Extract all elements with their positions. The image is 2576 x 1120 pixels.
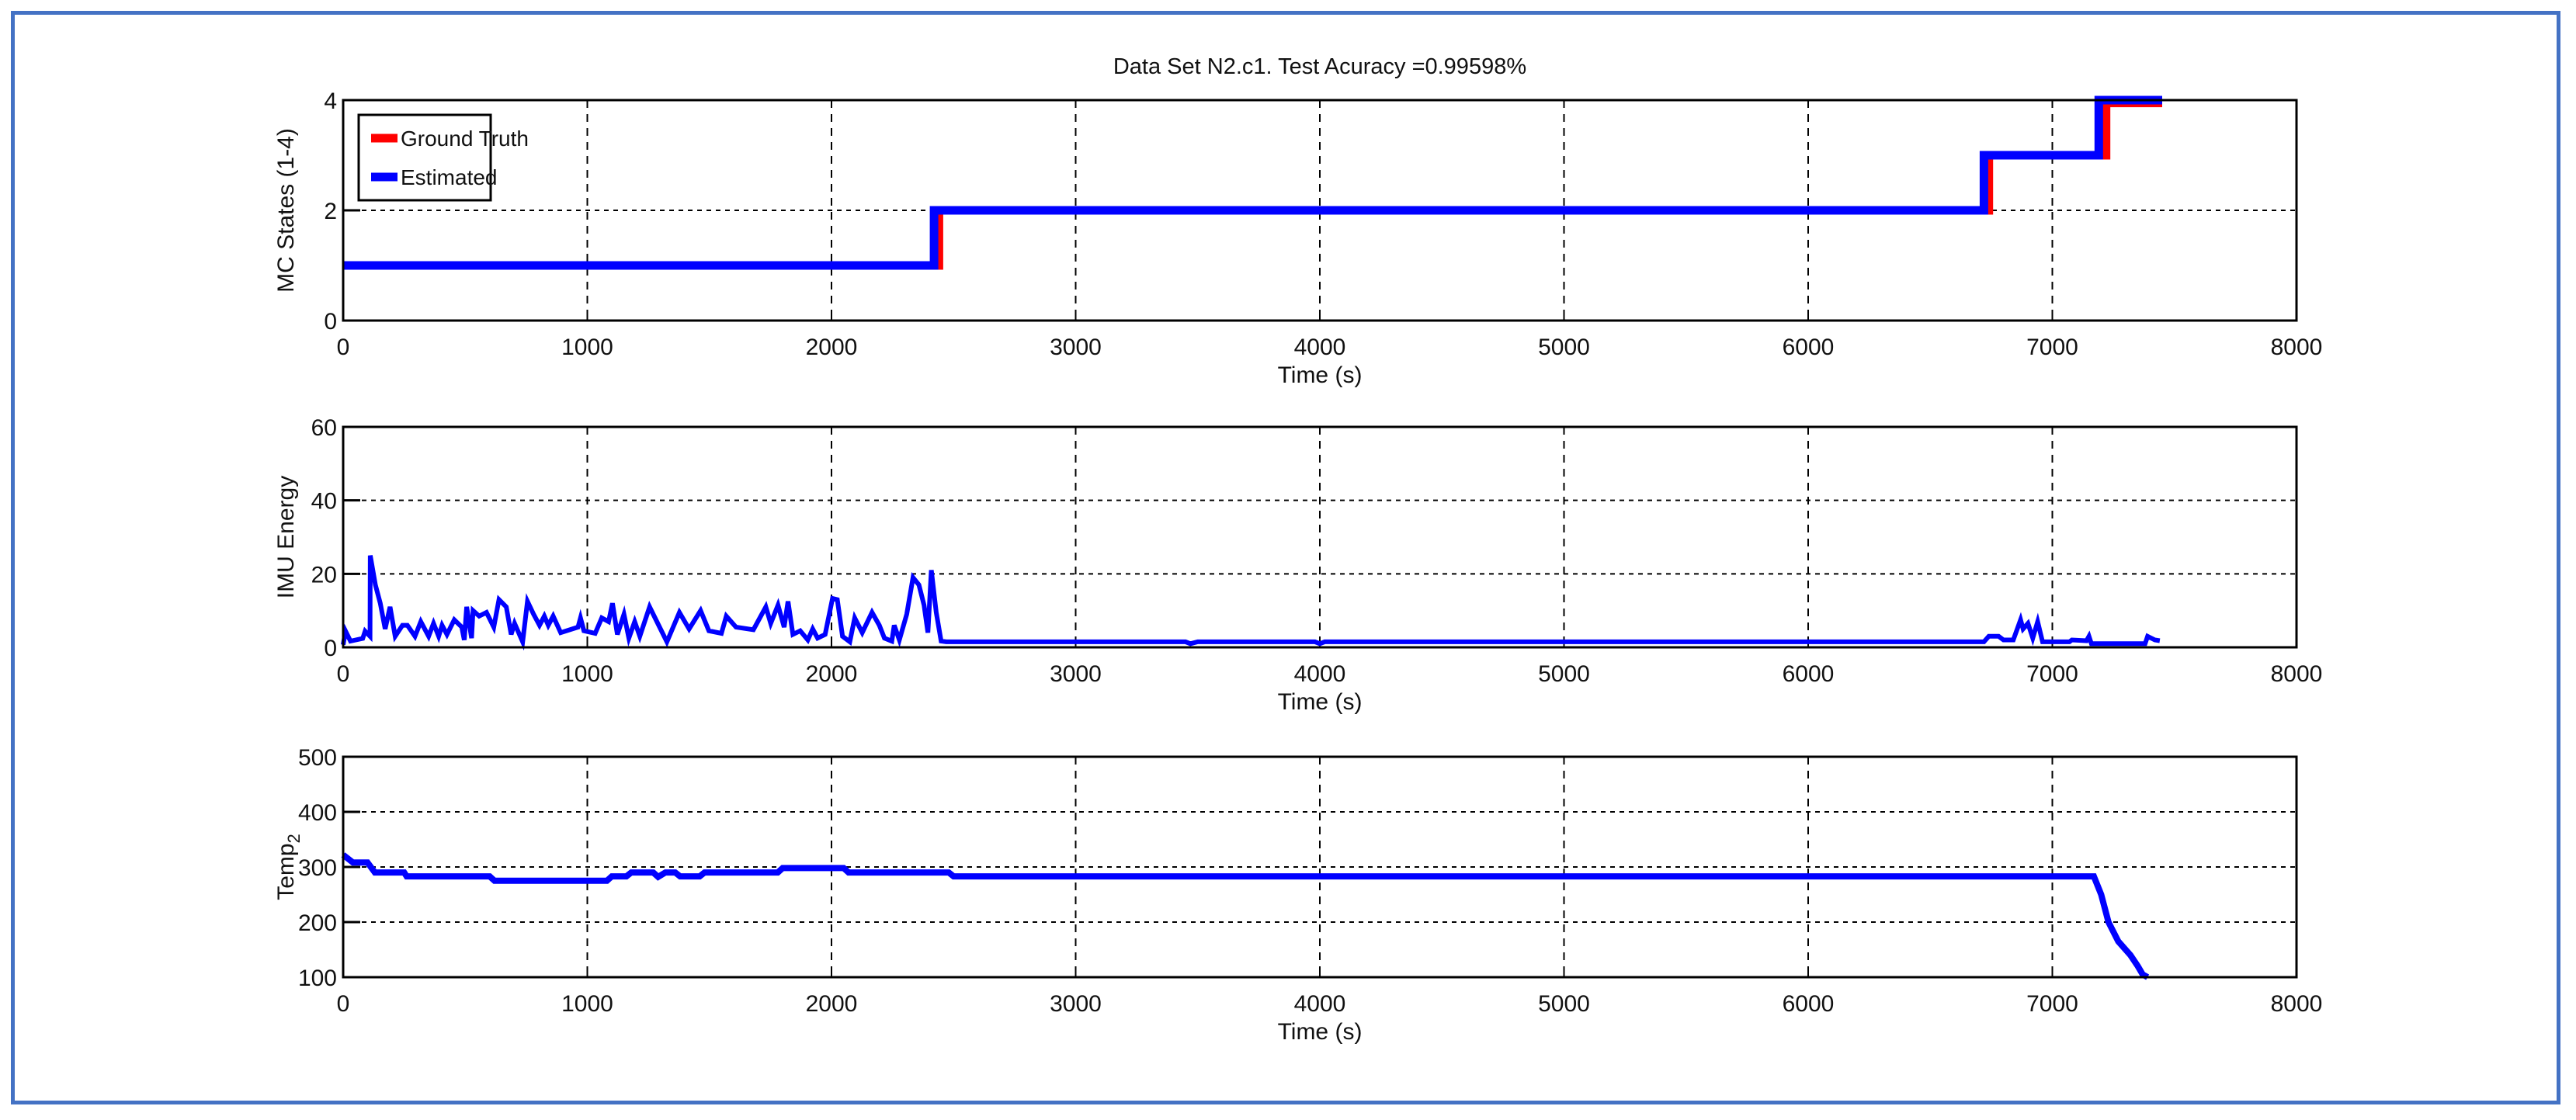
- y-tick-label: 20: [311, 562, 337, 588]
- legend-entry: Ground Truth: [401, 127, 529, 151]
- x-tick-label: 7000: [2026, 991, 2078, 1017]
- x-tick-label: 7000: [2026, 661, 2078, 687]
- x-tick-label: 1000: [561, 661, 613, 687]
- x-tick-label: 2000: [806, 335, 858, 360]
- subplot-1: 0 1000 2000 3000 4000 5000 6000 7000 8000 0 2 4 Time…: [273, 54, 2322, 388]
- legend: Ground Truth Estimated: [357, 113, 529, 202]
- x-tick-label: 8000: [2271, 991, 2323, 1017]
- x-tick-label: 2000: [806, 991, 858, 1017]
- x-tick-label: 6000: [1783, 661, 1835, 687]
- x-tick-label: 7000: [2026, 335, 2078, 360]
- x-tick-label: 4000: [1294, 661, 1346, 687]
- y-tick-label: 0: [324, 636, 337, 661]
- y-tick-label: 60: [311, 415, 337, 441]
- x-tick-label: 0: [337, 335, 350, 360]
- x-tick-label: 3000: [1050, 661, 1102, 687]
- y-axis-label: IMU Energy: [273, 476, 299, 598]
- x-axis-label: Time (s): [1278, 689, 1363, 715]
- x-axis-label: Time (s): [1278, 362, 1363, 388]
- y-tick-label: 0: [324, 309, 337, 335]
- x-tick-label: 6000: [1783, 335, 1835, 360]
- series-line-estimated: [343, 95, 2162, 270]
- x-tick-label: 4000: [1294, 991, 1346, 1017]
- y-axis-label: MC States (1-4): [273, 128, 299, 293]
- x-tick-label: 5000: [1538, 335, 1590, 360]
- figure: 0 1000 2000 3000 4000 5000 6000 7000 8000024Time…: [273, 54, 2322, 1045]
- x-tick-label: 8000: [2271, 335, 2323, 360]
- x-tick-label: 3000: [1050, 991, 1102, 1017]
- y-tick-label: 2: [324, 199, 337, 224]
- y-tick-label: 400: [298, 800, 337, 826]
- x-tick-label: 8000: [2271, 661, 2323, 687]
- x-tick-label: 5000: [1538, 991, 1590, 1017]
- x-tick-label: 0: [337, 661, 350, 687]
- series-line-temp2: [341, 852, 2150, 980]
- y-tick-label: 40: [311, 489, 337, 515]
- x-tick-label: 1000: [561, 335, 613, 360]
- series-line-ground-truth: [343, 99, 2162, 270]
- x-tick-label: 5000: [1538, 661, 1590, 687]
- y-tick-label: 500: [298, 745, 337, 771]
- x-tick-label: 0: [337, 991, 350, 1017]
- x-tick-label: 1000: [561, 991, 613, 1017]
- subplot-2: 0 1000 2000 3000 4000 5000 6000 7000 8000 0 20 40 60…: [273, 415, 2322, 715]
- legend-entry: Estimated: [401, 165, 498, 189]
- x-tick-label: 2000: [806, 661, 858, 687]
- y-tick-label: 200: [298, 910, 337, 936]
- chart-title: Data Set N2.c1. Test Acuracy =0.99598%: [1113, 54, 1526, 79]
- y-tick-label: 4: [324, 88, 337, 114]
- subplot-3: 0 1000 2000 3000 4000 5000 6000 7000 8000 100 200 3…: [273, 745, 2322, 1045]
- y-axis-label-subscript: 2: [284, 834, 304, 843]
- x-axis-label: Time (s): [1278, 1019, 1363, 1045]
- series-line-imu-energy: [341, 555, 2161, 651]
- x-tick-label: 4000: [1294, 335, 1346, 360]
- y-tick-label: 300: [298, 855, 337, 881]
- x-tick-label: 6000: [1783, 991, 1835, 1017]
- x-tick-label: 3000: [1050, 335, 1102, 360]
- y-tick-label: 100: [298, 966, 337, 991]
